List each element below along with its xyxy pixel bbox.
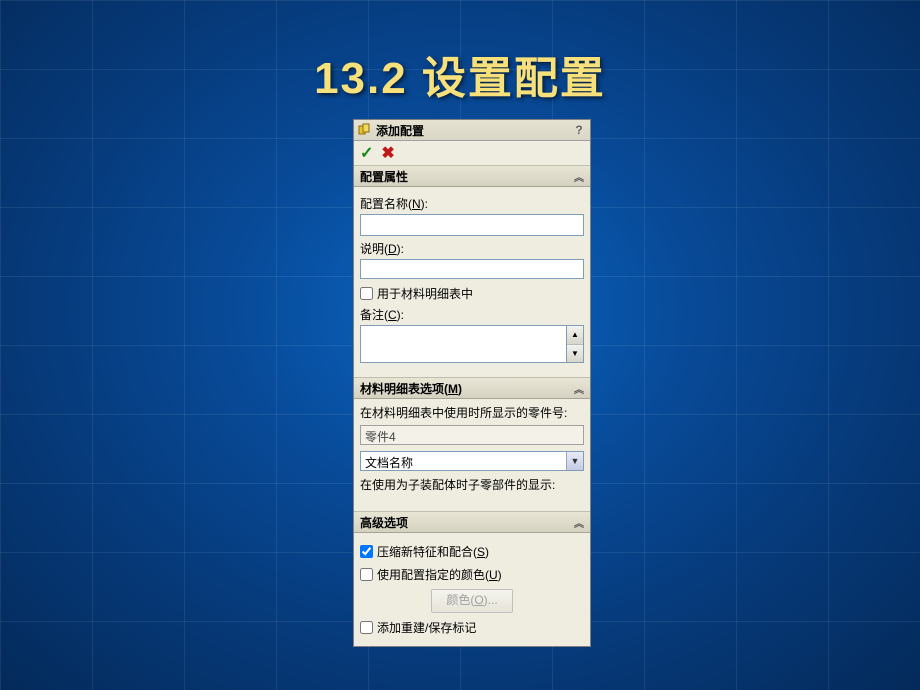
add-mark-checkbox[interactable] bbox=[360, 621, 373, 634]
cancel-button[interactable]: ✖ bbox=[381, 143, 394, 163]
suppress-label: 压缩新特征和配合(S) bbox=[377, 543, 489, 560]
add-mark-label: 添加重建/保存标记 bbox=[377, 619, 476, 636]
notes-spinner: ▲ ▼ bbox=[567, 325, 584, 363]
bom-help-1: 在材料明细表中使用时所显示的零件号: bbox=[360, 405, 584, 421]
chevron-up-icon[interactable]: ︽ bbox=[574, 381, 584, 396]
use-in-bom-label: 用于材料明细表中 bbox=[377, 285, 473, 302]
part-number-box: 零件4 bbox=[360, 425, 584, 445]
section-title: 配置属性 bbox=[360, 168, 408, 185]
ok-button[interactable]: ✓ bbox=[360, 143, 373, 163]
spin-up-icon[interactable]: ▲ bbox=[567, 326, 583, 345]
config-name-label: 配置名称(N): bbox=[360, 195, 584, 212]
description-label: 说明(D): bbox=[360, 240, 584, 257]
section-title: 材料明细表选项(M) bbox=[360, 380, 462, 397]
spin-down-icon[interactable]: ▼ bbox=[567, 345, 583, 363]
action-row: ✓ ✖ bbox=[354, 141, 590, 165]
chevron-up-icon[interactable]: ︽ bbox=[574, 169, 584, 184]
chevron-down-icon[interactable]: ▼ bbox=[566, 452, 583, 470]
description-input[interactable] bbox=[360, 259, 584, 279]
config-name-input[interactable] bbox=[360, 214, 584, 236]
doc-name-select[interactable]: 文档名称 ▼ bbox=[360, 451, 584, 471]
bom-help-2: 在使用为子装配体时子零部件的显示: bbox=[360, 477, 584, 493]
section-body-advanced: 压缩新特征和配合(S) 使用配置指定的颜色(U) 颜色(O)... 添加重建/保… bbox=[354, 533, 590, 646]
color-button: 颜色(O)... bbox=[431, 589, 513, 613]
panel-titlebar: 添加配置 ? bbox=[354, 120, 590, 141]
section-header-advanced[interactable]: 高级选项 ︽ bbox=[354, 511, 590, 533]
select-value: 文档名称 bbox=[360, 451, 584, 471]
use-in-bom-row: 用于材料明细表中 bbox=[360, 285, 584, 302]
help-icon[interactable]: ? bbox=[572, 123, 586, 137]
section-title: 高级选项 bbox=[360, 514, 408, 531]
section-header-bom[interactable]: 材料明细表选项(M) ︽ bbox=[354, 377, 590, 399]
use-in-bom-checkbox[interactable] bbox=[360, 287, 373, 300]
panel-title: 添加配置 bbox=[376, 122, 572, 139]
chevron-up-icon[interactable]: ︽ bbox=[574, 515, 584, 530]
section-header-config-props[interactable]: 配置属性 ︽ bbox=[354, 165, 590, 187]
config-icon bbox=[358, 123, 372, 137]
slide-title: 13.2 设置配置 bbox=[0, 42, 920, 106]
use-color-label: 使用配置指定的颜色(U) bbox=[377, 566, 502, 583]
add-config-panel: 添加配置 ? ✓ ✖ 配置属性 ︽ 配置名称(N): 说明(D): 用于材料明细… bbox=[353, 119, 591, 647]
suppress-checkbox[interactable] bbox=[360, 545, 373, 558]
section-body-config-props: 配置名称(N): 说明(D): 用于材料明细表中 备注(C): ▲ ▼ bbox=[354, 187, 590, 371]
use-color-checkbox[interactable] bbox=[360, 568, 373, 581]
notes-textarea[interactable] bbox=[360, 325, 567, 363]
section-body-bom: 在材料明细表中使用时所显示的零件号: 零件4 文档名称 ▼ 在使用为子装配体时子… bbox=[354, 399, 590, 505]
notes-label: 备注(C): bbox=[360, 306, 584, 323]
